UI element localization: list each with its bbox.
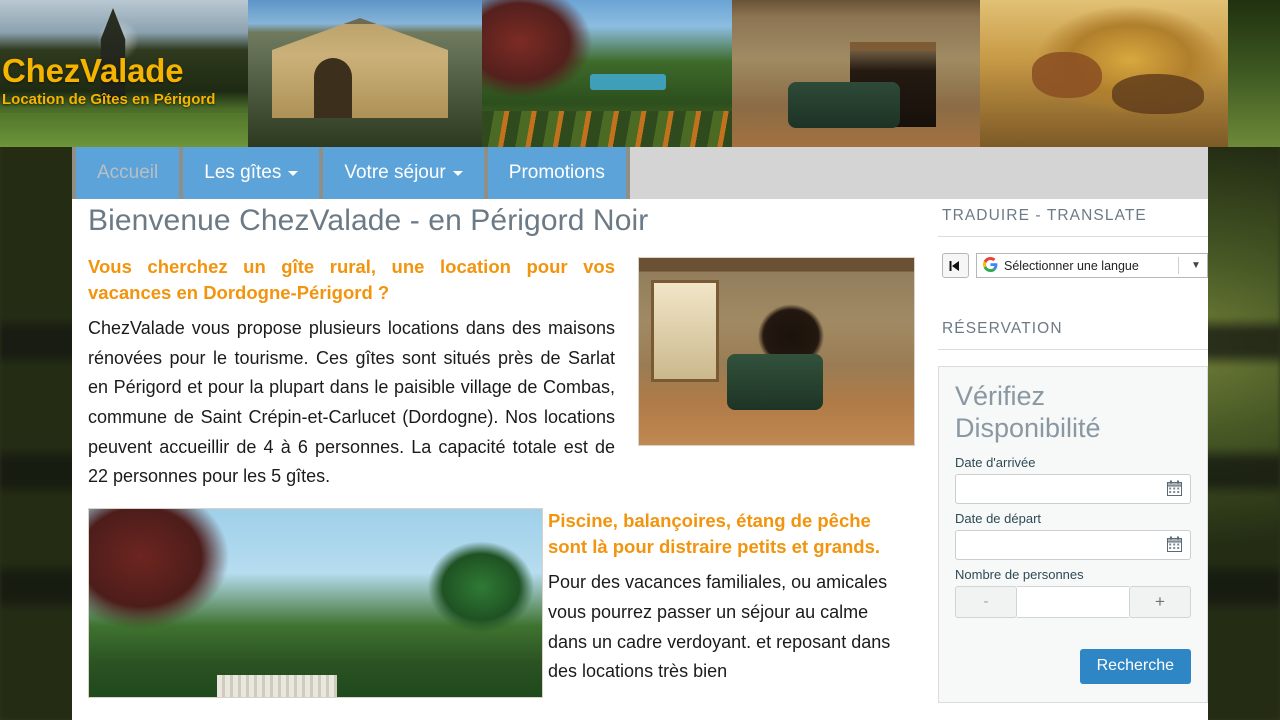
site-title: ChezValade xyxy=(2,52,184,89)
content-panel: Bienvenue ChezValade - en Périgord Noir … xyxy=(72,199,1208,720)
header-photo-stone-barn xyxy=(248,0,482,147)
intro-section: Vous cherchez un gîte rural, une locatio… xyxy=(88,254,928,492)
header-photo-lascaux xyxy=(980,0,1228,147)
departure-date-input[interactable] xyxy=(955,529,1191,560)
guests-input[interactable] xyxy=(1017,585,1129,618)
language-select[interactable]: Sélectionner une langue ▼ xyxy=(976,253,1208,278)
site-tagline: Location de Gîtes en Périgord xyxy=(2,90,216,108)
select-divider xyxy=(1178,257,1179,274)
arrival-date-label: Date d'arrivée xyxy=(955,454,1036,470)
nav-item-votre-sejour[interactable]: Votre séjour xyxy=(323,147,488,199)
nav-label-les-gites: Les gîtes xyxy=(204,162,282,183)
arrival-date-input[interactable] xyxy=(955,473,1191,504)
main-navigation: Accueil Les gîtes Votre séjour Promotion… xyxy=(72,147,1208,199)
language-select-value: Sélectionner une langue xyxy=(1004,258,1139,273)
salon-cheminee-photo xyxy=(638,257,915,446)
jardin-piscine-photo xyxy=(88,508,543,699)
site-branding[interactable]: ChezValade Location de Gîtes en Périgord xyxy=(0,52,216,109)
calendar-icon[interactable] xyxy=(1166,536,1183,558)
calendar-icon[interactable] xyxy=(1166,480,1183,502)
chevron-down-icon xyxy=(288,170,299,176)
reservation-heading: RÉSERVATION xyxy=(938,312,1208,350)
nav-item-promotions[interactable]: Promotions xyxy=(487,147,630,199)
reservation-box: Vérifiez Disponibilité Date d'arrivée Da… xyxy=(938,366,1208,703)
guests-stepper: - + xyxy=(955,585,1191,618)
departure-date-label: Date de départ xyxy=(955,510,1042,526)
nav-label-votre-sejour: Votre séjour xyxy=(344,162,446,183)
chevron-down-icon xyxy=(452,170,463,176)
header-photo-garden-pool xyxy=(482,0,732,147)
nav-label-accueil: Accueil xyxy=(97,162,159,183)
header-photo-lawn xyxy=(1228,0,1280,147)
search-row: Recherche xyxy=(955,648,1191,684)
collapse-left-icon[interactable] xyxy=(942,253,969,278)
page-title: Bienvenue ChezValade - en Périgord Noir xyxy=(88,204,649,237)
search-button[interactable]: Recherche xyxy=(1079,648,1191,684)
second-body: Pour des vacances familiales, ou amicale… xyxy=(548,572,891,682)
second-lead: Piscine, balançoires, étang de pêche son… xyxy=(548,510,881,557)
translate-heading: TRADUIRE - TRANSLATE xyxy=(938,199,1208,237)
nav-item-les-gites[interactable]: Les gîtes xyxy=(183,147,324,199)
nav-label-promotions: Promotions xyxy=(508,162,605,183)
intro-body: ChezValade vous propose plusieurs locati… xyxy=(88,318,615,487)
guests-decrement-button[interactable]: - xyxy=(955,585,1017,618)
google-translate-widget[interactable]: Sélectionner une langue ▼ xyxy=(938,253,1208,278)
sidebar: TRADUIRE - TRANSLATE Sélectionner une la… xyxy=(938,199,1208,703)
second-section: Piscine, balançoires, étang de pêche son… xyxy=(88,508,928,699)
guests-label: Nombre de personnes xyxy=(955,566,1084,582)
header-photo-interior xyxy=(732,0,980,147)
intro-lead: Vous cherchez un gîte rural, une locatio… xyxy=(88,256,615,303)
reservation-box-title: Vérifiez Disponibilité xyxy=(955,381,1101,443)
page-root: ChezValade Location de Gîtes en Périgord… xyxy=(0,0,1280,720)
second-text-block: Piscine, balançoires, étang de pêche son… xyxy=(548,508,908,687)
guests-increment-button[interactable]: + xyxy=(1129,585,1191,618)
chevron-down-icon[interactable]: ▼ xyxy=(1185,260,1207,271)
google-g-icon xyxy=(983,256,998,275)
main-column: Bienvenue ChezValade - en Périgord Noir … xyxy=(88,199,928,699)
nav-item-accueil[interactable]: Accueil xyxy=(72,147,184,199)
